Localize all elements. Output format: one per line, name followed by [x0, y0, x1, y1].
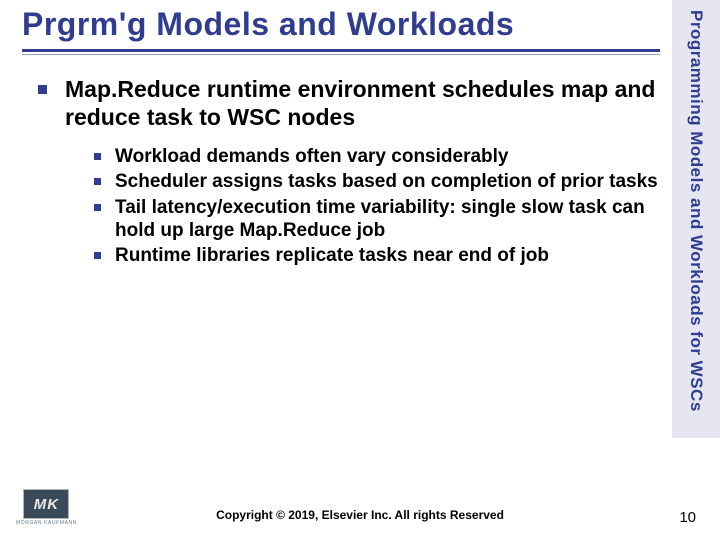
- bullet-square-icon: [94, 204, 101, 211]
- list-item: Workload demands often vary considerably: [94, 145, 660, 168]
- slide-title: Prgrm'g Models and Workloads: [22, 6, 660, 47]
- sub-bullet-text: Tail latency/execution time variability:…: [115, 196, 660, 242]
- page-number: 10: [679, 509, 696, 526]
- bullet-square-icon: [94, 178, 101, 185]
- sub-bullet-text: Workload demands often vary considerably: [115, 145, 508, 168]
- section-sidebar-label: Programming Models and Workloads for WSC…: [672, 0, 720, 438]
- sub-bullet-text: Scheduler assigns tasks based on complet…: [115, 170, 658, 193]
- sub-bullet-text: Runtime libraries replicate tasks near e…: [115, 244, 549, 267]
- list-item: Scheduler assigns tasks based on complet…: [94, 170, 660, 193]
- footer: MK MORGAN KAUFMANN 10: [0, 489, 720, 526]
- bullet-square-icon: [94, 252, 101, 259]
- logo-subtext: MORGAN KAUFMANN: [16, 520, 77, 526]
- bullet-main: Map.Reduce runtime environment schedules…: [38, 76, 660, 131]
- sub-bullet-list: Workload demands often vary considerably…: [94, 145, 660, 267]
- title-bar: Prgrm'g Models and Workloads: [22, 6, 660, 55]
- logo-mark: MK: [23, 489, 69, 519]
- bullet-square-icon: [38, 85, 47, 94]
- title-rule-thick: [22, 49, 660, 52]
- publisher-logo: MK MORGAN KAUFMANN: [16, 489, 77, 526]
- slide: Programming Models and Workloads for WSC…: [0, 0, 720, 540]
- title-rule-thin: [22, 54, 660, 55]
- bullet-square-icon: [94, 153, 101, 160]
- bullet-main-text: Map.Reduce runtime environment schedules…: [65, 76, 660, 131]
- list-item: Runtime libraries replicate tasks near e…: [94, 244, 660, 267]
- content-area: Map.Reduce runtime environment schedules…: [38, 76, 660, 269]
- list-item: Tail latency/execution time variability:…: [94, 196, 660, 242]
